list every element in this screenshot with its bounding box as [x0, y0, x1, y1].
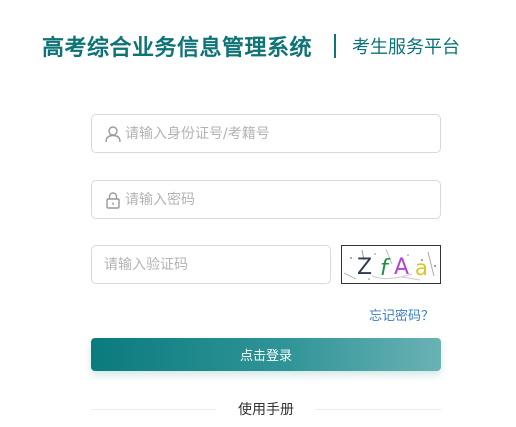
system-title: 高考综合业务信息管理系统 [42, 36, 313, 61]
captcha-char: Z [357, 255, 372, 280]
password-input[interactable] [125, 181, 440, 218]
manual-row: 使用手册 [91, 398, 441, 420]
platform-subtitle: 考生服务平台 [352, 37, 461, 58]
title-divider [334, 34, 337, 58]
lock-icon [103, 190, 123, 210]
id-field[interactable] [91, 114, 441, 153]
captcha-char: A [394, 255, 409, 280]
user-icon [103, 124, 123, 144]
login-button[interactable]: 点击登录 [91, 338, 441, 371]
divider-line [316, 408, 441, 410]
password-field[interactable] [91, 180, 441, 219]
captcha-image[interactable]: Z f A a [341, 245, 441, 284]
header: 高考综合业务信息管理系统 考生服务平台 [42, 30, 460, 62]
forgot-password-link[interactable]: 忘记密码？ [369, 305, 434, 324]
captcha-field[interactable] [91, 245, 331, 284]
captcha-input[interactable] [92, 246, 330, 283]
captcha-char: f [380, 256, 391, 281]
divider-line [91, 408, 216, 410]
id-number-input[interactable] [125, 115, 440, 152]
user-manual-link[interactable]: 使用手册 [238, 399, 294, 419]
captcha-graphic: Z f A a [343, 248, 436, 281]
login-page: 高考综合业务信息管理系统 考生服务平台 请输入身份证号/考籍号 请输入验证码 Z… [0, 0, 516, 427]
